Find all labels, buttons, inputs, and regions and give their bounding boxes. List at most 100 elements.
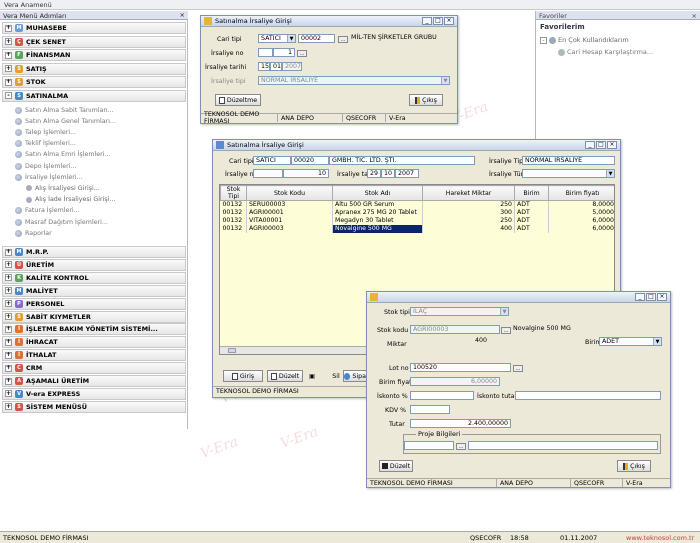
submenu-item[interactable]: Talep İşlemleri...	[10, 127, 76, 137]
menu-item[interactable]: + İ İHRACAT	[2, 336, 186, 349]
menu-item[interactable]: + İ İTHALAT	[2, 349, 186, 362]
cari-tipi-select[interactable]: SATICI ▼	[258, 34, 296, 43]
column-header[interactable]: Stok Kodu	[246, 185, 333, 201]
table-cell[interactable]: VITA00001	[246, 216, 333, 225]
lookup-button[interactable]: ...	[297, 50, 307, 57]
table-cell[interactable]: Altu 500 GR Serum	[332, 200, 423, 209]
year-input[interactable]: 2007	[395, 169, 419, 178]
chevron-down-icon[interactable]: ▼	[441, 77, 449, 84]
expand-icon[interactable]: +	[5, 377, 12, 385]
chevron-down-icon[interactable]: ▼	[606, 170, 614, 177]
stok-kodu-input[interactable]: AGRI00003	[410, 325, 500, 334]
table-row[interactable]: 00132 SERU00003 Altu 500 GR Serum 250 ADT 8,0…	[220, 200, 614, 209]
menu-item[interactable]: + Ç ÇEK SENET	[2, 35, 186, 48]
menu-item[interactable]: + K KALİTE KONTROL	[2, 271, 186, 284]
proje-name-input[interactable]	[468, 441, 658, 450]
submenu-item[interactable]: Satın Alma Emri İşlemleri...	[10, 150, 110, 160]
table-cell[interactable]: 8,0000	[548, 200, 614, 209]
menu-item[interactable]: + M MALİYET	[2, 284, 186, 297]
status-url[interactable]: www.teknosol.com.tr	[626, 534, 694, 542]
irsaliye-seri-input[interactable]	[258, 48, 273, 57]
table-cell[interactable]: 250	[422, 200, 515, 209]
cari-tipi-input[interactable]: SATICI	[253, 156, 291, 165]
menu-item[interactable]: + P PERSONEL	[2, 297, 186, 310]
favorites-group[interactable]: - En Çok Kullandıklarım	[540, 36, 629, 44]
table-cell[interactable]: 250	[422, 216, 515, 225]
column-header[interactable]: Birim fiyatı	[548, 185, 614, 201]
menu-item[interactable]: + C CRM	[2, 362, 186, 375]
birim-select[interactable]: ADET ▼	[599, 337, 662, 346]
menu-item[interactable]: + F FİNANSMAN	[2, 49, 186, 61]
table-cell[interactable]: SERU00003	[246, 200, 333, 209]
expand-icon[interactable]: +	[5, 390, 12, 398]
irsaliye-no-input[interactable]: 1	[273, 48, 295, 57]
menu-item[interactable]: + S STOK	[2, 76, 186, 88]
irsaliye-turu-select[interactable]: ▼	[522, 169, 615, 178]
edit-button[interactable]: Düzeltme	[215, 94, 261, 106]
irsaliye-seri-input[interactable]	[253, 169, 283, 178]
table-cell[interactable]: 6,0000	[548, 224, 614, 233]
menu-item[interactable]: + M M.R.P.	[2, 246, 186, 258]
table-cell[interactable]: 5,0000	[548, 208, 614, 217]
expand-icon[interactable]: +	[5, 24, 12, 32]
expand-icon[interactable]: +	[5, 287, 12, 295]
proje-code-input[interactable]	[404, 441, 454, 450]
chevron-down-icon[interactable]: ▼	[500, 308, 508, 315]
column-header[interactable]: Stok Adı	[332, 185, 423, 201]
minimize-icon[interactable]: _	[585, 141, 595, 149]
expand-icon[interactable]: +	[5, 248, 12, 256]
expand-icon[interactable]: +	[5, 351, 12, 359]
table-cell[interactable]: AGRI00001	[246, 208, 333, 217]
table-cell[interactable]: ADT	[514, 208, 549, 217]
exit-button[interactable]: Çıkış	[409, 94, 443, 106]
collapse-icon[interactable]: -	[540, 36, 547, 44]
lookup-button[interactable]: ...	[501, 327, 511, 334]
table-row[interactable]: 00132 VITA00001 Megadyn 30 Tablet 250 ADT 6,0…	[220, 216, 614, 225]
table-cell[interactable]: 00132	[220, 224, 247, 233]
entry-button[interactable]: Giriş	[223, 370, 263, 382]
expand-icon[interactable]: +	[5, 78, 12, 86]
table-row[interactable]: 00132 AGRI00003 Novalgine 500 MG 400 ADT 6,00…	[220, 224, 614, 233]
iskonto-pct-input[interactable]	[410, 391, 474, 400]
cari-name-input[interactable]: GMBH. TİC. LTD. ŞTİ.	[329, 156, 475, 165]
maximize-icon[interactable]: □	[646, 293, 656, 301]
table-cell[interactable]: 400	[422, 224, 515, 233]
expand-icon[interactable]: +	[5, 364, 12, 372]
submenu-item[interactable]: Raporlar	[10, 228, 52, 238]
stok-tipi-select[interactable]: İLAÇ ▼	[410, 307, 509, 316]
expand-icon[interactable]: +	[5, 51, 12, 59]
expand-icon[interactable]: +	[5, 338, 12, 346]
menu-item[interactable]: + Ü ÜRETİM	[2, 258, 186, 271]
lookup-button[interactable]: ...	[513, 365, 523, 372]
menu-item[interactable]: + S SATIŞ	[2, 62, 186, 75]
expand-icon[interactable]: +	[5, 403, 12, 411]
column-header[interactable]: Birim	[514, 185, 549, 201]
table-cell[interactable]: ADT	[514, 224, 549, 233]
submenu-item[interactable]: Depo İşlemleri...	[10, 161, 76, 171]
table-cell[interactable]: Apranex 275 MG 20 Tablet	[332, 208, 423, 217]
table-cell[interactable]: Megadyn 30 Tablet	[332, 216, 423, 225]
maximize-icon[interactable]: □	[433, 17, 443, 25]
menu-item[interactable]: - S SATINALMA	[2, 89, 186, 102]
lookup-button[interactable]: ...	[338, 36, 348, 43]
birim-fiyat-input[interactable]: 6,00000	[410, 377, 500, 386]
table-cell[interactable]: 6,0000	[548, 216, 614, 225]
expand-icon[interactable]: +	[5, 325, 12, 333]
submenu-item[interactable]: Teklif İşlemleri...	[10, 139, 76, 149]
submenu-item[interactable]: İrsaliye İşlemleri...	[10, 172, 83, 182]
irsaliye-tipi-input[interactable]: NORMAL İRSALİYE	[522, 156, 615, 165]
table-cell[interactable]: AGRI00003	[246, 224, 333, 233]
column-header[interactable]: Hareket Miktar	[422, 185, 515, 201]
tutar-input[interactable]: 2.400,00000	[410, 419, 511, 428]
month-input[interactable]: 01	[270, 62, 282, 71]
submenu-item[interactable]: Satın Alma Sabit Tanımları...	[10, 105, 114, 115]
minimize-icon[interactable]: _	[422, 17, 432, 25]
table-cell[interactable]: ADT	[514, 200, 549, 209]
menu-item[interactable]: + S SİSTEM MENÜSÜ	[2, 400, 186, 413]
edit-button[interactable]: Düzelt	[267, 370, 303, 382]
expand-icon[interactable]: +	[5, 38, 12, 45]
scroll-thumb[interactable]	[228, 348, 236, 353]
expand-icon[interactable]: +	[5, 274, 12, 282]
close-icon[interactable]: ×	[692, 12, 697, 20]
menu-item[interactable]: + V V-era EXPRESS	[2, 387, 186, 400]
